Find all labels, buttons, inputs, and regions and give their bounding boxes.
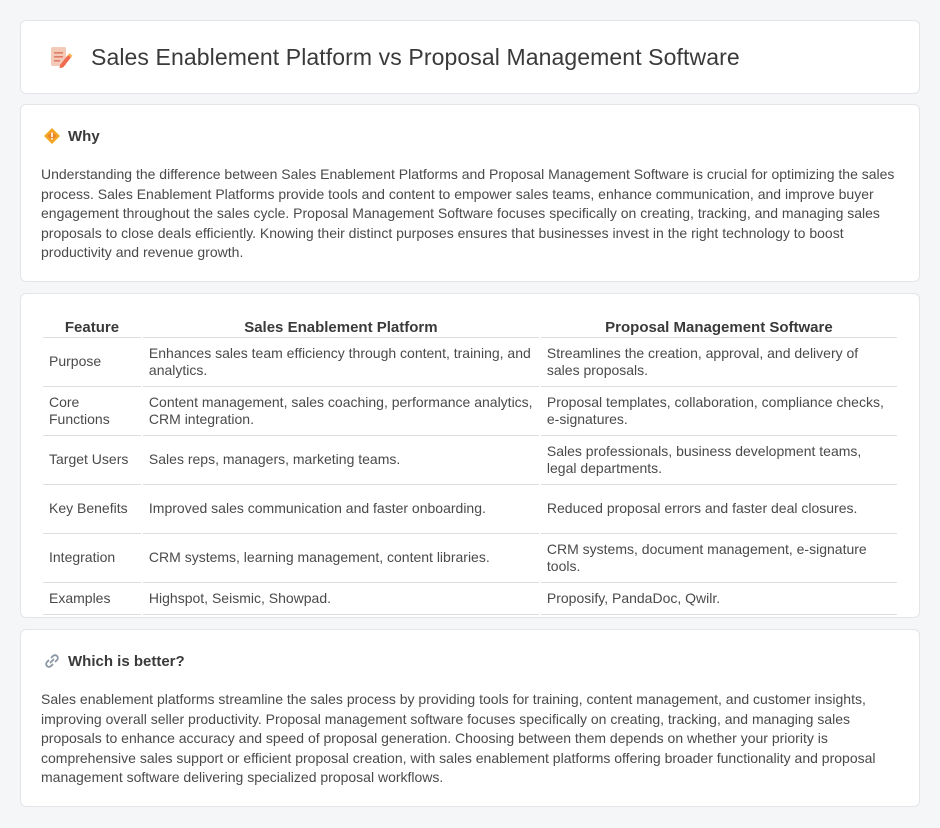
table-row: Key Benefits Improved sales communicatio… — [43, 485, 897, 534]
proposal-management-cell: Reduced proposal errors and faster deal … — [540, 485, 897, 534]
header-sales-enablement: Sales Enablement Platform — [142, 314, 539, 338]
why-title: Why — [68, 127, 100, 145]
which-is-better-section: Which is better? Sales enablement platfo… — [20, 629, 920, 807]
sales-enablement-cell: Improved sales communication and faster … — [142, 485, 539, 534]
feature-cell: Core Functions — [43, 387, 141, 436]
proposal-management-cell: Proposal templates, collaboration, compl… — [540, 387, 897, 436]
header-proposal-management: Proposal Management Software — [540, 314, 897, 338]
header-card: Sales Enablement Platform vs Proposal Ma… — [20, 20, 920, 94]
sales-enablement-cell: Content management, sales coaching, perf… — [142, 387, 539, 436]
header-feature: Feature — [43, 314, 141, 338]
proposal-management-cell: Sales professionals, business developmen… — [540, 436, 897, 485]
table-row: Integration CRM systems, learning manage… — [43, 534, 897, 583]
comparison-table: Feature Sales Enablement Platform Propos… — [41, 314, 899, 615]
sales-enablement-cell: Highspot, Seismic, Showpad. — [142, 583, 539, 615]
why-text: Understanding the difference between Sal… — [41, 166, 895, 261]
table-row: Core Functions Content management, sales… — [43, 387, 897, 436]
sales-enablement-cell: CRM systems, learning management, conten… — [142, 534, 539, 583]
page-title: Sales Enablement Platform vs Proposal Ma… — [91, 43, 740, 70]
proposal-management-cell: Proposify, PandaDoc, Qwilr. — [540, 583, 897, 615]
comparison-card: Feature Sales Enablement Platform Propos… — [20, 293, 920, 618]
proposal-management-cell: CRM systems, document management, e-sign… — [540, 534, 897, 583]
sales-enablement-cell: Enhances sales team efficiency through c… — [142, 338, 539, 387]
feature-cell: Integration — [43, 534, 141, 583]
table-header-row: Feature Sales Enablement Platform Propos… — [43, 314, 897, 338]
feature-cell: Target Users — [43, 436, 141, 485]
proposal-management-cell: Streamlines the creation, approval, and … — [540, 338, 897, 387]
which-is-better-title: Which is better? — [68, 652, 185, 670]
why-section: Why Understanding the difference between… — [20, 104, 920, 282]
table-row: Purpose Enhances sales team efficiency t… — [43, 338, 897, 387]
feature-cell: Examples — [43, 583, 141, 615]
document-pencil-icon — [47, 44, 73, 70]
table-row: Examples Highspot, Seismic, Showpad. Pro… — [43, 583, 897, 615]
table-row: Target Users Sales reps, managers, marke… — [43, 436, 897, 485]
diamond-icon — [43, 127, 61, 145]
feature-cell: Purpose — [43, 338, 141, 387]
which-is-better-text: Sales enablement platforms streamline th… — [41, 691, 876, 786]
sales-enablement-cell: Sales reps, managers, marketing teams. — [142, 436, 539, 485]
feature-cell: Key Benefits — [43, 485, 141, 534]
link-icon — [43, 652, 61, 670]
